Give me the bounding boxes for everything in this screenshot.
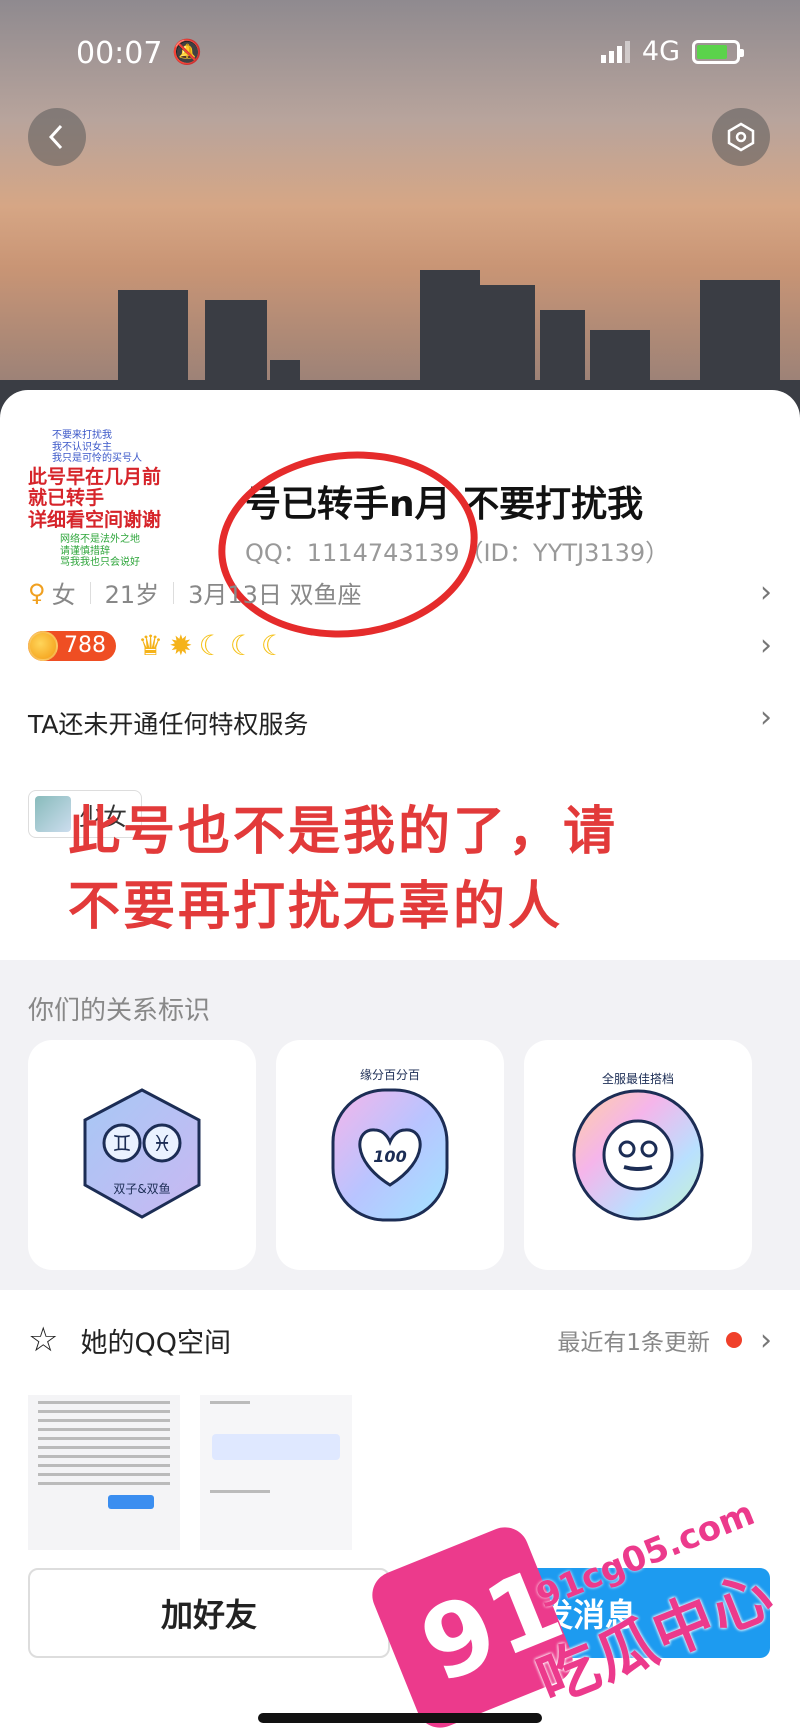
- qzone-section: ☆ 她的QQ空间 最近有1条更新 ›: [0, 1290, 800, 1735]
- svg-text:♊: ♊: [112, 1132, 132, 1157]
- qzone-thumbnail[interactable]: [28, 1395, 180, 1550]
- qzone-update-text: 最近有1条更新: [557, 1330, 710, 1356]
- birthday: 3月13日 双鱼座: [188, 581, 362, 609]
- chevron-left-icon: [48, 124, 63, 150]
- signal-icon: [600, 40, 630, 63]
- avatar-text: 骂我我也只会说好: [60, 557, 140, 569]
- svg-text:100: 100: [373, 1147, 406, 1166]
- send-message-button[interactable]: 发消息: [408, 1568, 770, 1658]
- avatar-text: 我只是可怜的买号人: [52, 453, 142, 464]
- female-icon: ♀: [28, 578, 46, 607]
- chevron-right-icon: ›: [760, 1322, 772, 1358]
- network-type: 4G: [641, 36, 680, 67]
- moon-icon: ☾: [260, 629, 286, 662]
- qzone-header[interactable]: ☆ 她的QQ空间 最近有1条更新 ›: [28, 1320, 772, 1360]
- avatar-text: 我不认识女主: [52, 441, 112, 453]
- avatar-text: 此号早在几月前: [28, 465, 162, 488]
- relation-label: 全服最佳搭档: [601, 1072, 674, 1086]
- gemini-pisces-icon: ♊ ♓: [83, 1088, 201, 1219]
- chevron-right-icon[interactable]: ›: [760, 700, 772, 735]
- smiley-badge-icon: [572, 1089, 704, 1221]
- overlay-line: 不要再打扰无辜的人: [68, 877, 564, 938]
- level-row[interactable]: 788 ♛ ✹ ☾ ☾ ☾ ›: [28, 628, 772, 663]
- profile-cover-photo: 00:07 🔕 4G: [0, 0, 800, 430]
- avatar-text: 网络不是法外之地: [60, 534, 140, 546]
- svg-text:♓: ♓: [152, 1132, 172, 1157]
- qzone-thumbnail[interactable]: [200, 1395, 352, 1550]
- relation-card-destiny[interactable]: 100 缘分百分百: [276, 1040, 504, 1270]
- coin-badge: 788: [28, 630, 116, 661]
- tag-image: [35, 796, 71, 832]
- relation-label: 双子&双鱼: [113, 1182, 171, 1196]
- privilege-text: TA还未开通任何特权服务: [28, 710, 309, 739]
- basic-info-row[interactable]: ♀ 女 21岁 3月13日 双鱼座 ›: [28, 575, 772, 610]
- add-friend-button[interactable]: 加好友: [28, 1568, 390, 1658]
- star-icon: ☆: [28, 1320, 59, 1360]
- qzone-title: 她的QQ空间: [80, 1327, 231, 1359]
- coin-icon: [28, 630, 58, 661]
- relation-card-zodiac[interactable]: ♊ ♓ 双子&双鱼: [28, 1040, 256, 1270]
- gender: 女: [51, 581, 76, 609]
- chevron-right-icon: ›: [760, 575, 772, 610]
- chevron-right-icon: ›: [760, 628, 772, 663]
- age: 21岁: [104, 581, 160, 609]
- moon-icon: ☾: [229, 629, 255, 662]
- hexagon-icon: [727, 122, 755, 152]
- clock: 00:07: [76, 36, 163, 71]
- status-bar: 00:07 🔕 4G: [76, 36, 744, 76]
- moon-icon: ☾: [198, 629, 224, 662]
- avatar-text: 详细看空间谢谢: [28, 509, 162, 532]
- avatar-text: 就已转手: [28, 487, 105, 510]
- red-circle-annotation: [209, 438, 487, 651]
- home-indicator[interactable]: [258, 1713, 542, 1723]
- relation-label: 缘分百分百: [359, 1068, 420, 1082]
- back-button[interactable]: [28, 108, 86, 166]
- battery-icon: [692, 39, 744, 64]
- mute-icon: 🔕: [172, 38, 202, 66]
- level-badges: ♛ ✹ ☾ ☾ ☾: [138, 629, 286, 662]
- overlay-note: 此号也不是我的了，请 不要再打扰无辜的人: [68, 795, 758, 946]
- avatar-text: 请谨慎措辞: [60, 545, 110, 557]
- overlay-line: 此号也不是我的了，请: [68, 802, 619, 862]
- more-button[interactable]: [712, 108, 770, 166]
- relation-card-partner[interactable]: 全服最佳搭档: [524, 1040, 752, 1270]
- red-dot-badge: [726, 1332, 742, 1348]
- crown-icon: ♛: [138, 629, 164, 662]
- relation-title: 你们的关系标识: [28, 996, 211, 1026]
- avatar-text: 不要来打扰我: [52, 430, 112, 441]
- heart-100-icon: 100: [331, 1088, 449, 1222]
- coin-count: 788: [64, 633, 106, 658]
- sun-icon: ✹: [169, 629, 193, 662]
